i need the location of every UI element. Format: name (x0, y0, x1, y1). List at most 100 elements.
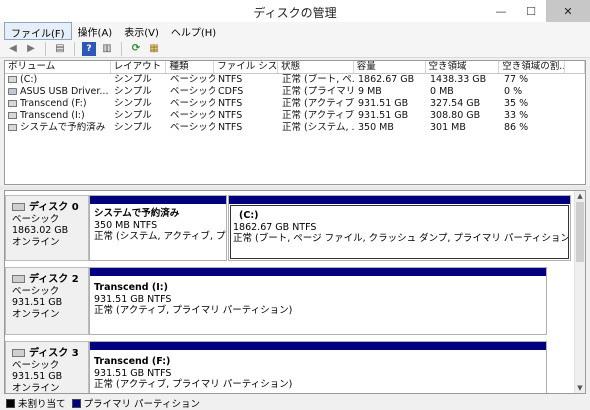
partition-block[interactable]: システムで予約済み 350 MB NTFS 正常 (システム, アクティブ, プ… (89, 195, 227, 261)
close-button[interactable]: ✕ (546, 0, 590, 22)
partition-status: 正常 (ブート, ページ ファイル, クラッシュ ダンプ, プライマリ パーティ… (233, 233, 570, 244)
column-header-status[interactable]: 状態 (278, 61, 354, 73)
capacity-cell: 350 MB (358, 122, 394, 133)
drive-icon (8, 100, 17, 107)
help-icon[interactable]: ? (82, 41, 96, 56)
partition-name: システムで予約済み (94, 208, 180, 219)
disk-size: 931.51 GB (12, 297, 63, 308)
disk-row: ディスク 3 ベーシック 931.51 GB オンライン Transcend (… (5, 341, 575, 394)
filesystem-cell: NTFS (218, 110, 243, 121)
free-space-cell: 0 MB (430, 86, 454, 97)
column-header-extra[interactable] (565, 61, 585, 73)
menu-file[interactable]: ファイル(F) (4, 22, 72, 40)
capacity-cell: 1862.67 GB (358, 74, 415, 85)
partition-bar (90, 342, 546, 350)
volume-name: Transcend (I:) (20, 110, 85, 121)
column-header-capacity[interactable]: 容量 (354, 61, 426, 73)
disk-label[interactable]: ディスク 2 ベーシック 931.51 GB オンライン (5, 267, 89, 335)
table-row[interactable]: Transcend (I:) シンプル ベーシック NTFS 正常 (アクティブ… (5, 110, 585, 122)
disk-icon (12, 275, 25, 283)
drive-icon (8, 124, 17, 131)
partition-status: 正常 (アクティブ, プライマリ パーティション) (94, 305, 293, 316)
disk-status: オンライン (12, 382, 60, 394)
volume-name: Transcend (F:) (20, 98, 87, 109)
volume-name: ASUS USB Driver... (20, 86, 109, 97)
table-row[interactable]: システムで予約済み シンプル ベーシック NTFS 正常 (システム, ... … (5, 122, 585, 134)
table-row[interactable]: Transcend (F:) シンプル ベーシック NTFS 正常 (アクティブ… (5, 98, 585, 110)
vertical-scrollbar[interactable]: ▲ ▼ (574, 191, 585, 393)
legend-bar: 未割り当て プライマリ パーティション (0, 396, 590, 410)
menu-action[interactable]: 操作(A) (72, 22, 119, 40)
free-percent-cell: 33 % (504, 110, 529, 121)
filesystem-cell: NTFS (218, 74, 243, 85)
layout-cell: シンプル (114, 98, 152, 109)
refresh-icon[interactable]: ⟳ (129, 42, 143, 56)
free-percent-cell: 0 % (504, 86, 523, 97)
disk-label[interactable]: ディスク 3 ベーシック 931.51 GB オンライン (5, 341, 89, 394)
properties-icon[interactable]: ▦ (147, 42, 161, 56)
partition-name: Transcend (I:) (94, 282, 168, 293)
minimize-button[interactable]: — (486, 0, 516, 22)
capacity-cell: 931.51 GB (358, 98, 409, 109)
partition-bar (90, 196, 226, 204)
free-space-cell: 327.54 GB (430, 98, 481, 109)
panel-icon[interactable]: ▥ (100, 42, 114, 56)
cd-icon (8, 88, 17, 95)
disk-status: オンライン (12, 308, 60, 320)
disk-type: ベーシック (12, 285, 60, 297)
menu-view[interactable]: 表示(V) (118, 22, 165, 40)
layout-cell: シンプル (114, 74, 152, 85)
partition-block[interactable]: Transcend (I:) 931.51 GB NTFS 正常 (アクティブ,… (89, 267, 547, 335)
capacity-cell: 931.51 GB (358, 110, 409, 121)
table-row[interactable]: (C:) シンプル ベーシック NTFS 正常 (ブート, ペ... 1862.… (5, 74, 585, 86)
partition-name: Transcend (F:) (94, 356, 171, 367)
toolbar: ◀ ▶ ▤ ? ▥ ⟳ ▦ (0, 40, 590, 58)
primary-partition-swatch (71, 398, 81, 408)
volume-list[interactable]: ボリューム レイアウト 種類 ファイル シス... 状態 容量 空き領域 空き領… (4, 60, 586, 185)
back-icon[interactable]: ◀ (6, 42, 20, 56)
scroll-thumb[interactable] (576, 202, 584, 262)
menu-help[interactable]: ヘルプ(H) (165, 22, 222, 40)
status-cell: 正常 (アクティブ,... (282, 110, 355, 121)
status-cell: 正常 (ブート, ペ... (282, 74, 355, 85)
partition-block[interactable]: Transcend (F:) 931.51 GB NTFS 正常 (アクティブ,… (89, 341, 547, 393)
partition-name: (C:) (239, 210, 259, 221)
column-header-free-percent[interactable]: 空き領域の割... (499, 61, 566, 73)
maximize-button[interactable]: ☐ (516, 0, 546, 22)
table-row[interactable]: ASUS USB Driver... シンプル ベーシック CDFS 正常 (プ… (5, 86, 585, 98)
legend-unallocated: 未割り当て (18, 399, 66, 410)
disk-icon (12, 203, 25, 211)
partition-size: 931.51 GB NTFS (94, 293, 172, 305)
layout-cell: シンプル (114, 110, 152, 121)
title-bar: ディスクの管理 — ☐ ✕ (0, 0, 590, 22)
status-cell: 正常 (プライマリ ... (282, 86, 355, 97)
column-header-free-space[interactable]: 空き領域 (426, 61, 500, 73)
disk-icon (12, 349, 25, 357)
partition-block[interactable]: (C:) 1862.67 GB NTFS 正常 (ブート, ページ ファイル, … (228, 195, 571, 261)
column-header-type[interactable]: 種類 (166, 61, 215, 73)
type-cell: ベーシック (170, 110, 215, 121)
status-cell: 正常 (アクティブ,... (282, 98, 355, 109)
disk-type: ベーシック (12, 359, 60, 371)
list-view-icon[interactable]: ▤ (53, 42, 67, 56)
legend-primary-partition: プライマリ パーティション (83, 399, 200, 410)
toolbar-separator (45, 41, 46, 56)
disk-size: 931.51 GB (12, 371, 63, 382)
type-cell: ベーシック (170, 86, 215, 97)
disk-name: ディスク 0 (29, 202, 79, 213)
disk-label[interactable]: ディスク 0 ベーシック 1863.02 GB オンライン (5, 195, 89, 261)
layout-cell: シンプル (114, 86, 152, 97)
column-header-filesystem[interactable]: ファイル シス... (214, 61, 279, 73)
scroll-up-icon[interactable]: ▲ (575, 191, 585, 201)
partition-size: 350 MB NTFS (94, 219, 158, 231)
forward-icon[interactable]: ▶ (24, 42, 38, 56)
table-header: ボリューム レイアウト 種類 ファイル シス... 状態 容量 空き領域 空き領… (5, 61, 585, 74)
scroll-down-icon[interactable]: ▼ (575, 383, 585, 393)
column-header-layout[interactable]: レイアウト (111, 61, 167, 73)
free-space-cell: 1438.33 GB (430, 74, 487, 85)
toolbar-separator (121, 41, 122, 56)
volume-name: システムで予約済み (20, 122, 106, 133)
unallocated-swatch (6, 398, 15, 408)
free-space-cell: 301 MB (430, 122, 466, 133)
column-header-volume[interactable]: ボリューム (5, 61, 111, 73)
